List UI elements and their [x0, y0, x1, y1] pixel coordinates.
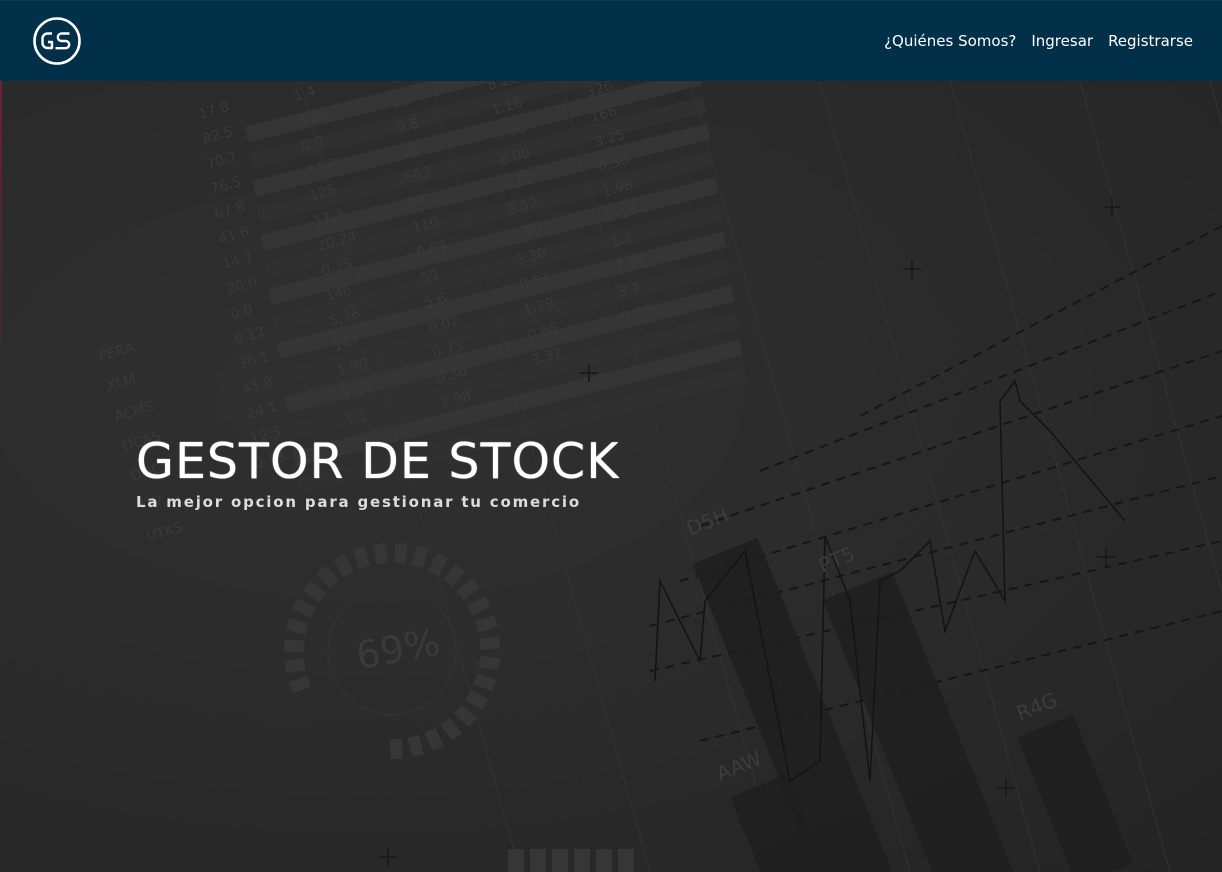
gauge-segment-bottom: [618, 849, 634, 872]
gauge-segment-bottom: [596, 849, 612, 872]
table-value: 563: [403, 164, 433, 187]
table-row-name: ACMS: [113, 398, 156, 424]
background-gauge: 69%: [283, 542, 634, 872]
gauge-segment: [373, 543, 388, 565]
gauge-segment-bottom: [574, 849, 590, 872]
table-row-name: PERA: [97, 339, 136, 364]
gauge-segment: [393, 542, 408, 564]
table-value: 17.8: [197, 99, 231, 123]
gauge-segment: [284, 658, 306, 673]
table-row-name: XLM: [105, 371, 138, 395]
nav-link-ingresar[interactable]: Ingresar: [1031, 31, 1093, 51]
gauge-segment: [465, 689, 489, 711]
gauge-segment: [474, 615, 498, 633]
left-edge-accent: [0, 81, 2, 401]
gauge-segment-bottom: [552, 849, 568, 872]
background-bars: [692, 537, 1133, 872]
gauge-segment-bottom: [530, 849, 546, 872]
table-value: 70.7: [205, 149, 239, 173]
gauge-segment: [389, 738, 403, 760]
nav-link-quienes-somos[interactable]: ¿Quiénes Somos?: [884, 31, 1016, 51]
gs-logo-icon[interactable]: [33, 17, 81, 65]
table-value: 24.1: [245, 399, 279, 423]
nav-links: ¿Quiénes Somos? Ingresar Registrarse: [884, 31, 1193, 51]
table-value: 3.52: [506, 195, 540, 219]
background-bar: [1017, 714, 1133, 872]
hero-section: GESTOR DE STOCK La mejor opcion para ges…: [136, 434, 619, 512]
table-value: 76.5: [209, 174, 243, 198]
bar-label: AAW: [713, 746, 765, 786]
gauge-segment: [288, 675, 312, 694]
hero-title: GESTOR DE STOCK: [136, 433, 620, 490]
table-value: 0.12: [233, 324, 267, 348]
bar-label: D5H: [683, 502, 732, 540]
table-value: 0.0: [229, 301, 255, 323]
grid-line: [1079, 81, 1222, 594]
dashed-line: [859, 225, 1222, 417]
landing-page: 17.81.40.008.2318.182.53.84258.203.370.7…: [0, 0, 1222, 872]
table-value: 3.84: [613, 252, 647, 276]
table-value: 36.1: [237, 349, 271, 373]
grid-line: [1209, 81, 1222, 127]
gauge-segment: [411, 545, 429, 569]
gauge-segment: [352, 546, 371, 570]
gauge-segment: [428, 552, 449, 577]
gauge-segment: [285, 618, 309, 635]
bar-label: R4G: [1013, 688, 1061, 726]
gauge-segment: [302, 580, 326, 603]
gauge-value: 69%: [353, 620, 444, 678]
table-value: 82.5: [201, 124, 235, 148]
gauge-segment: [453, 704, 477, 728]
dashed-line: [759, 290, 1222, 472]
nav-link-registrarse[interactable]: Registrarse: [1108, 31, 1193, 51]
gauge-segment: [316, 565, 339, 589]
table-value: 20.0: [225, 274, 259, 298]
gauge-segment: [479, 636, 501, 651]
gauge-segment: [407, 734, 424, 758]
gauge-segment: [440, 717, 462, 741]
gauge-segment: [443, 563, 466, 587]
gauge-segment: [333, 554, 354, 578]
gauge-segment: [473, 673, 497, 691]
table-value: 1.4: [292, 83, 318, 105]
top-navbar: ¿Quiénes Somos? Ingresar Registrarse: [0, 0, 1222, 81]
table-value: 45.8: [241, 374, 275, 398]
table-value: 67.8: [213, 199, 247, 223]
table-value: 14.7: [221, 249, 255, 273]
dashed-line: [699, 350, 1222, 527]
table-value: 41.6: [217, 224, 251, 248]
gauge-segment: [292, 598, 316, 618]
hero-subtitle: La mejor opcion para gestionar tu comerc…: [136, 493, 581, 511]
gauge-segment: [283, 639, 305, 653]
gauge-segment: [478, 655, 500, 671]
gauge-segment: [456, 578, 480, 601]
table-row-name: UTKS: [145, 519, 185, 545]
table-value: 0.67: [502, 170, 536, 194]
gauge-segment: [424, 727, 444, 752]
gauge-segment-bottom: [508, 849, 524, 872]
gauge-segment: [467, 595, 491, 616]
